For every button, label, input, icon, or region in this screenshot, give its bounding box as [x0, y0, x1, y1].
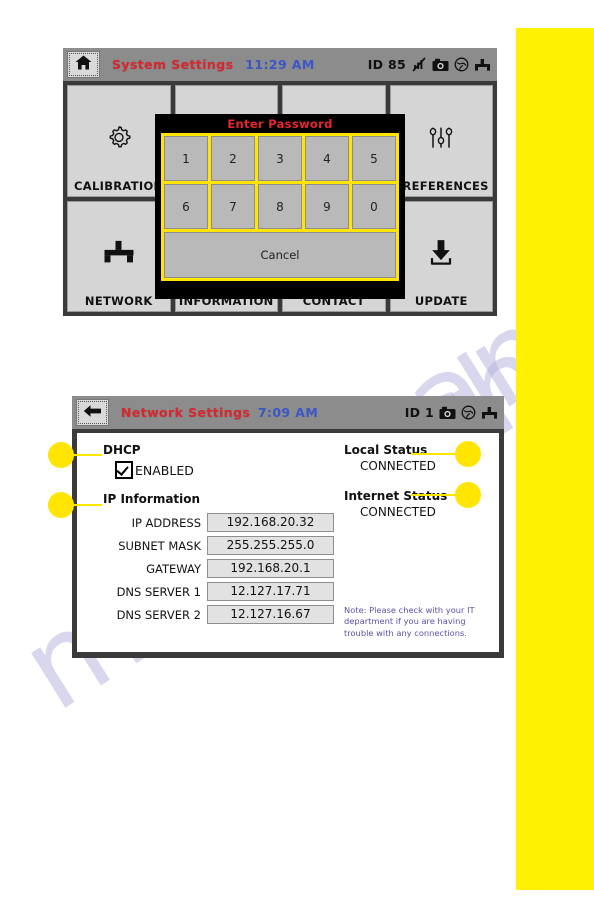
camera-icon — [439, 406, 456, 420]
clock: 11:29 AM — [245, 57, 315, 72]
signal-off-icon — [411, 57, 427, 72]
password-cancel-wrap: Cancel — [161, 232, 399, 281]
callout-marker-local-status — [455, 441, 481, 467]
network-icon — [474, 58, 491, 72]
dns-server-2-value[interactable]: 12.127.16.67 — [207, 605, 334, 624]
callout-marker-internet-status — [455, 482, 481, 508]
gateway-label: GATEWAY — [146, 561, 201, 576]
dhcp-heading: DHCP — [103, 443, 141, 457]
globe-icon — [461, 405, 476, 420]
network-note: Note: Please check with your IT departme… — [344, 604, 475, 639]
download-icon — [427, 239, 455, 267]
ip-address-label: IP ADDRESS — [131, 515, 201, 530]
callout-leader-internet-status — [411, 494, 459, 496]
system-settings-titlebar: System Settings 11:29 AM ID 85 — [63, 48, 497, 81]
network-settings-screen: Network Settings 7:09 AM ID 1 DHCP ENABL… — [72, 396, 504, 658]
network-icon — [481, 406, 498, 420]
home-button[interactable] — [67, 51, 100, 78]
tile-update[interactable]: UPDATE — [389, 200, 493, 312]
dhcp-checkbox[interactable] — [115, 461, 133, 479]
network-right-column: Local Status CONNECTED Internet Status C… — [334, 443, 487, 642]
tile-label: PREFERENCES — [393, 178, 489, 193]
password-dialog: Enter Password 1 2 3 4 5 6 7 8 9 0 Cance… — [155, 114, 405, 299]
clock: 7:09 AM — [257, 405, 319, 420]
status-icons: ID 85 — [368, 57, 491, 72]
ip-address-value[interactable]: 192.168.20.32 — [207, 513, 334, 532]
table-row[interactable]: IP ADDRESS 192.168.20.32 — [89, 512, 334, 533]
cancel-button[interactable]: Cancel — [164, 232, 396, 278]
tile-label: NETWORK — [84, 294, 153, 308]
password-keypad: 1 2 3 4 5 6 7 8 9 0 — [161, 133, 399, 232]
table-row[interactable]: SUBNET MASK 255.255.255.0 — [89, 535, 334, 556]
home-icon — [75, 55, 92, 74]
password-dialog-title: Enter Password — [227, 117, 333, 131]
keypad-key-8[interactable]: 8 — [258, 184, 302, 229]
keypad-key-2[interactable]: 2 — [211, 136, 255, 181]
callout-marker-ip-address — [48, 492, 74, 518]
tile-label: CALIBRATION — [74, 178, 164, 193]
dns-server-1-value[interactable]: 12.127.17.71 — [207, 582, 334, 601]
subnet-mask-label: SUBNET MASK — [118, 538, 201, 553]
keypad-key-1[interactable]: 1 — [164, 136, 208, 181]
table-row[interactable]: DNS SERVER 2 12.127.16.67 — [89, 604, 334, 625]
system-settings-screen: System Settings 11:29 AM ID 85 CALIBRATI… — [63, 48, 497, 316]
gear-icon — [104, 122, 134, 152]
dns-server-1-label: DNS SERVER 1 — [116, 584, 201, 599]
globe-icon — [454, 57, 469, 72]
callout-leader-local-status — [411, 453, 459, 455]
keypad-key-5[interactable]: 5 — [352, 136, 396, 181]
device-id: ID 85 — [367, 57, 406, 72]
network-settings-titlebar: Network Settings 7:09 AM ID 1 — [72, 396, 504, 429]
keypad-key-7[interactable]: 7 — [211, 184, 255, 229]
back-button[interactable] — [76, 399, 109, 426]
dhcp-checkbox-label: ENABLED — [135, 462, 194, 478]
table-row[interactable]: DNS SERVER 1 12.127.17.71 — [89, 581, 334, 602]
ip-information-heading: IP Information — [103, 492, 201, 506]
back-arrow-icon — [83, 403, 102, 422]
sliders-icon — [427, 123, 455, 151]
callout-leader-dhcp — [70, 454, 102, 456]
gateway-value[interactable]: 192.168.20.1 — [207, 559, 334, 578]
dns-server-2-label: DNS SERVER 2 — [116, 607, 201, 622]
device-id: ID 1 — [404, 405, 434, 420]
table-row[interactable]: GATEWAY 192.168.20.1 — [89, 558, 334, 579]
callout-leader-ip-address — [70, 504, 102, 506]
callout-marker-dhcp — [48, 442, 74, 468]
network-icon — [103, 240, 135, 266]
camera-icon — [432, 58, 449, 72]
network-left-column: DHCP ENABLED IP Information IP ADDRESS 1… — [89, 443, 334, 642]
keypad-key-0[interactable]: 0 — [352, 184, 396, 229]
screen-title: System Settings — [112, 57, 234, 72]
network-settings-body: DHCP ENABLED IP Information IP ADDRESS 1… — [77, 433, 499, 652]
keypad-key-6[interactable]: 6 — [164, 184, 208, 229]
subnet-mask-value[interactable]: 255.255.255.0 — [207, 536, 334, 555]
screen-title: Network Settings — [121, 405, 251, 420]
keypad-key-4[interactable]: 4 — [305, 136, 349, 181]
tile-preferences[interactable]: PREFERENCES — [389, 85, 493, 197]
status-icons: ID 1 — [405, 405, 498, 420]
dhcp-enabled-row[interactable]: ENABLED — [115, 461, 334, 479]
keypad-key-9[interactable]: 9 — [305, 184, 349, 229]
keypad-key-3[interactable]: 3 — [258, 136, 302, 181]
page-edge-yellow-band — [516, 28, 594, 890]
ip-information-table: IP ADDRESS 192.168.20.32 SUBNET MASK 255… — [89, 512, 334, 625]
tile-label: UPDATE — [414, 294, 468, 308]
